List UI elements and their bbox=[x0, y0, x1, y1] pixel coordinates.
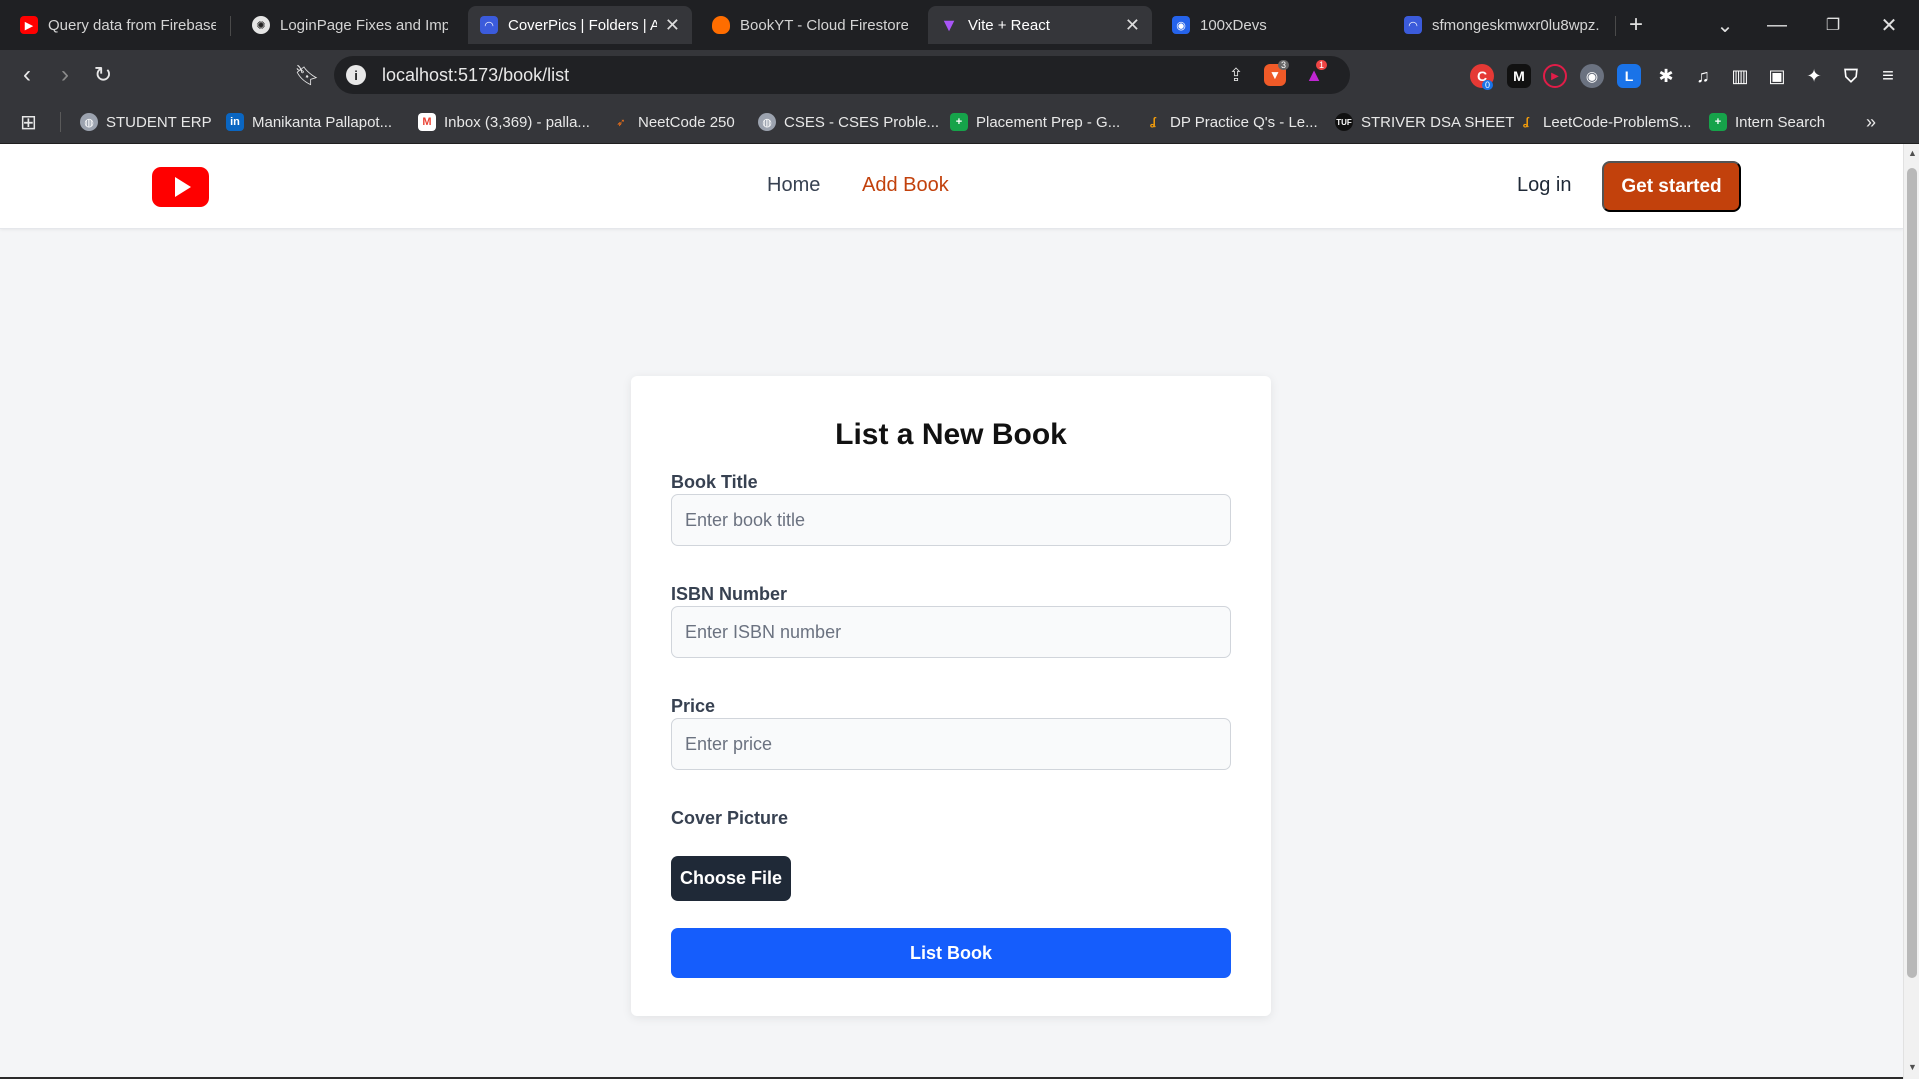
apps-grid-icon[interactable]: ⊞ bbox=[20, 110, 37, 134]
forward-icon[interactable]: › bbox=[50, 60, 80, 90]
bookmark-icon[interactable]: 🔖︎ bbox=[292, 60, 322, 90]
tab-separator bbox=[230, 16, 231, 36]
back-icon[interactable]: ‹ bbox=[12, 60, 42, 90]
play-icon bbox=[174, 177, 191, 197]
new-tab-icon[interactable]: + bbox=[1614, 0, 1658, 50]
sidebar-icon[interactable]: ▥ bbox=[1728, 64, 1752, 88]
scrollbar-thumb[interactable] bbox=[1907, 168, 1917, 978]
tuf-icon: TUF bbox=[1335, 113, 1353, 131]
brave-badge: 3 bbox=[1278, 60, 1290, 70]
nav-add-book-link[interactable]: Add Book bbox=[862, 174, 949, 197]
isbn-input[interactable] bbox=[671, 606, 1231, 658]
wallet-icon[interactable]: ▣ bbox=[1765, 64, 1789, 88]
close-tab-icon[interactable]: ✕ bbox=[1125, 15, 1140, 36]
bookmark-striver-dsa[interactable]: TUF STRIVER DSA SHEET bbox=[1335, 110, 1514, 134]
tab-100xdevs[interactable]: ◉ 100xDevs bbox=[1160, 6, 1380, 44]
owl-extension-icon[interactable]: ◉ bbox=[1580, 64, 1604, 88]
choose-file-button[interactable]: Choose File bbox=[671, 856, 791, 901]
record-extension-icon[interactable]: ▶ bbox=[1543, 64, 1567, 88]
more-bookmarks-icon[interactable]: » bbox=[1866, 110, 1876, 134]
bookmark-divider bbox=[60, 112, 61, 132]
firebase-icon bbox=[712, 16, 730, 34]
tab-strip: ▶ Query data from Firebase ✺ LoginPage F… bbox=[0, 0, 1919, 50]
nav-home-link[interactable]: Home bbox=[767, 174, 820, 197]
page-scrollbar[interactable]: ▲ ▼ bbox=[1903, 144, 1919, 1079]
get-started-button[interactable]: Get started bbox=[1602, 161, 1741, 212]
list-book-form: List a New Book Book Title ISBN Number P… bbox=[631, 376, 1271, 1016]
sheets-icon: + bbox=[950, 113, 968, 131]
leo-ai-icon[interactable]: ✦ bbox=[1802, 64, 1826, 88]
cover-picture-label: Cover Picture bbox=[671, 808, 789, 828]
sheets-icon: + bbox=[1709, 113, 1727, 131]
tab-query-data-firebase[interactable]: ▶ Query data from Firebase bbox=[8, 6, 228, 44]
youtube-logo-icon[interactable] bbox=[152, 167, 209, 207]
tab-loginpage-fixes[interactable]: ✺ LoginPage Fixes and Impr bbox=[240, 6, 460, 44]
bookmark-neetcode[interactable]: ➶ NeetCode 250 bbox=[612, 110, 734, 134]
youtube-icon: ▶ bbox=[20, 16, 38, 34]
price-label: Price bbox=[671, 696, 716, 716]
bookmark-gmail[interactable]: M Inbox (3,369) - palla... bbox=[418, 110, 590, 134]
tab-bookyt-firestore[interactable]: BookYT - Cloud Firestore bbox=[700, 6, 920, 44]
form-title: List a New Book bbox=[835, 418, 1067, 451]
leetcode-icon: ʆ bbox=[1523, 116, 1529, 128]
media-controls-icon[interactable]: ♫ bbox=[1691, 64, 1715, 88]
reload-icon[interactable]: ↻ bbox=[88, 60, 118, 90]
bookmark-linkedin[interactable]: in Manikanta Pallapot... bbox=[226, 110, 392, 134]
extensions-puzzle-icon[interactable]: ✱ bbox=[1654, 64, 1678, 88]
100xdevs-icon: ◉ bbox=[1172, 16, 1190, 34]
close-window-icon[interactable]: ✕ bbox=[1864, 0, 1914, 50]
linkedin-icon: in bbox=[226, 113, 244, 131]
share-icon[interactable]: ⇪ bbox=[1224, 64, 1248, 86]
menu-icon[interactable]: ≡ bbox=[1876, 64, 1900, 88]
leetcode-icon: ʆ bbox=[1150, 116, 1156, 128]
book-title-label: Book Title bbox=[671, 472, 758, 492]
globe-icon: ◍ bbox=[80, 113, 98, 131]
bookmark-cses[interactable]: ◍ CSES - CSES Proble... bbox=[758, 110, 939, 134]
browser-toolbar: ‹ › ↻ 🔖︎ i localhost:5173/book/list ⇪ ▼ … bbox=[0, 50, 1919, 100]
globe-icon: ◍ bbox=[758, 113, 776, 131]
login-link[interactable]: Log in bbox=[1517, 174, 1572, 197]
bookmark-leetcode-problems[interactable]: ʆ LeetCode-ProblemS... bbox=[1517, 110, 1691, 134]
bookmarks-bar: ⊞ ◍ STUDENT ERP in Manikanta Pallapot... M… bbox=[0, 100, 1919, 144]
medium-icon[interactable]: M bbox=[1507, 64, 1531, 88]
address-bar[interactable]: i localhost:5173/book/list ⇪ ▼ 3 ▲ 1 bbox=[334, 56, 1350, 94]
openai-icon: ✺ bbox=[252, 16, 270, 34]
list-book-button[interactable]: List Book bbox=[671, 928, 1231, 978]
bookmark-student-erp[interactable]: ◍ STUDENT ERP bbox=[80, 110, 212, 134]
site-header: Home Add Book Log in Get started bbox=[0, 144, 1903, 229]
tab-vite-react[interactable]: ▼ Vite + React ✕ bbox=[928, 6, 1152, 44]
scroll-down-icon[interactable]: ▼ bbox=[1908, 1062, 1917, 1072]
address-url[interactable]: localhost:5173/book/list bbox=[382, 65, 569, 86]
vpn-shield-icon[interactable]: ⛉ bbox=[1839, 64, 1863, 88]
bookmark-dp-practice[interactable]: ʆ DP Practice Q's - Le... bbox=[1144, 110, 1318, 134]
restore-icon[interactable]: ❐ bbox=[1808, 0, 1858, 50]
appwrite-icon: ◠ bbox=[1404, 16, 1422, 34]
page-viewport: Home Add Book Log in Get started List a … bbox=[0, 144, 1903, 1079]
minimize-icon[interactable]: — bbox=[1752, 0, 1802, 50]
gmail-icon: M bbox=[418, 113, 436, 131]
close-tab-icon[interactable]: ✕ bbox=[665, 15, 680, 36]
tab-appwrite-console[interactable]: ◠ sfmongeskmwxr0lu8wpz.a bbox=[1392, 6, 1612, 44]
price-input[interactable] bbox=[671, 718, 1231, 770]
vite-icon: ▼ bbox=[940, 14, 958, 35]
tab-search-chevron-icon[interactable]: ⌄ bbox=[1700, 0, 1750, 50]
scroll-up-icon[interactable]: ▲ bbox=[1908, 148, 1917, 158]
tab-coverpics-folders[interactable]: ◠ CoverPics | Folders | Ap ✕ bbox=[468, 6, 692, 44]
alert-badge: 1 bbox=[1316, 60, 1328, 70]
book-title-input[interactable] bbox=[671, 494, 1231, 546]
rocket-icon: ➶ bbox=[616, 116, 626, 129]
bookmark-intern-search[interactable]: + Intern Search bbox=[1709, 110, 1825, 134]
isbn-label: ISBN Number bbox=[671, 584, 788, 604]
site-info-icon[interactable]: i bbox=[346, 65, 366, 85]
extension-badge: 0 bbox=[1482, 80, 1494, 90]
bookmark-placement-prep[interactable]: + Placement Prep - G... bbox=[950, 110, 1120, 134]
lens-extension-icon[interactable]: L bbox=[1617, 64, 1641, 88]
appwrite-icon: ◠ bbox=[480, 16, 498, 34]
